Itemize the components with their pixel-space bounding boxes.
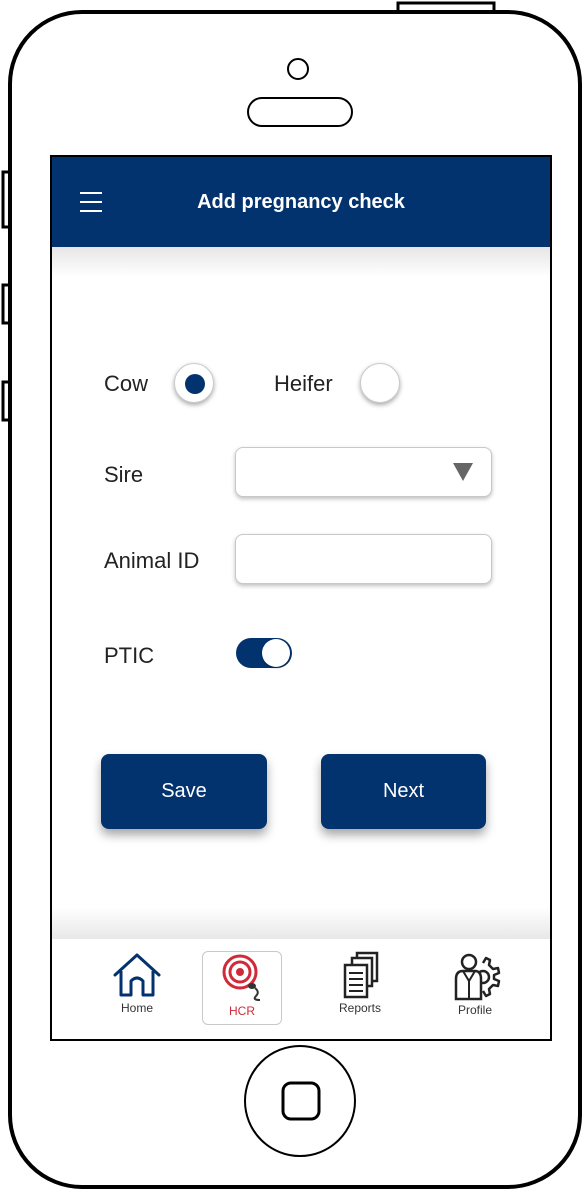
heifer-radio-label: Heifer [274, 371, 333, 396]
page-title: Add pregnancy check [197, 190, 405, 213]
home-icon [113, 953, 161, 997]
toggle-knob [262, 639, 290, 667]
nav-label-hcr: HCR [229, 1004, 255, 1018]
nav-item-home[interactable]: Home [97, 951, 177, 1025]
nav-label-reports: Reports [338, 1001, 382, 1015]
app-screen: Add pregnancy check Cow Heifer Sire Anim… [52, 157, 550, 1039]
ptic-toggle[interactable] [236, 638, 292, 668]
nav-item-reports[interactable]: Reports [320, 951, 400, 1025]
save-button[interactable]: Save [101, 754, 267, 829]
dropdown-arrow-icon [453, 463, 473, 481]
nav-item-profile[interactable]: Profile [435, 951, 515, 1025]
bottom-nav: Home HCR Reports Profile [52, 939, 550, 1039]
app-header: Add pregnancy check [52, 157, 550, 247]
reports-icon [343, 951, 379, 999]
sire-dropdown[interactable] [235, 447, 492, 497]
nav-label-profile: Profile [457, 1003, 492, 1017]
animal-id-field-box [235, 534, 492, 584]
radio-selected-dot [185, 374, 205, 394]
cow-radio[interactable] [174, 363, 214, 403]
sire-label: Sire [104, 462, 144, 487]
ptic-label: PTIC [104, 643, 155, 668]
heifer-radio[interactable] [360, 363, 400, 403]
hcr-icon [222, 954, 261, 1001]
animal-id-input[interactable] [236, 535, 491, 583]
header-shadow [52, 247, 550, 277]
bottom-nav-shadow [52, 907, 550, 939]
profile-icon [454, 953, 501, 1001]
hamburger-menu-icon[interactable] [80, 192, 102, 212]
nav-label-home: Home [120, 1001, 153, 1015]
next-button[interactable]: Next [321, 754, 486, 829]
animal-id-label: Animal ID [104, 548, 200, 573]
cow-radio-label: Cow [104, 371, 149, 396]
nav-item-hcr[interactable]: HCR [202, 951, 282, 1025]
